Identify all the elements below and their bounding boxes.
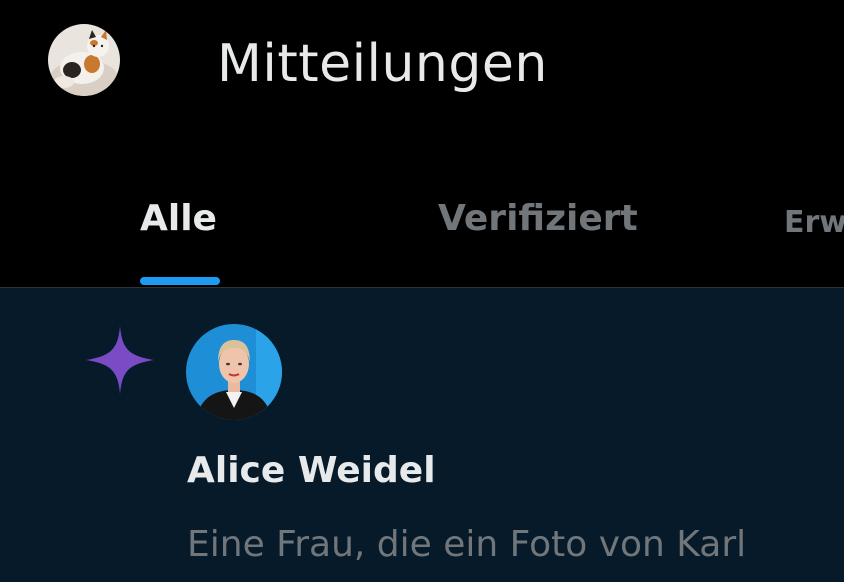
user-photo-icon [186,324,282,420]
notifications-page: Mitteilungen Alle Verifiziert Erw Alice … [0,0,844,582]
profile-avatar[interactable] [48,24,120,96]
notification-tabs: Alle Verifiziert Erw [0,170,844,287]
tab-all[interactable]: Alle [140,196,217,242]
cat-avatar-icon [48,24,120,96]
tab-verified[interactable]: Verifiziert [438,196,638,242]
tab-mentions[interactable]: Erw [784,200,844,246]
sparkle-star-icon [86,326,154,394]
header: Mitteilungen [0,0,844,130]
notification-text: Eine Frau, die ein Foto von Karl [187,524,747,565]
notification-item[interactable]: Alice Weidel Eine Frau, die ein Foto von… [0,288,844,582]
active-tab-indicator [140,277,220,285]
notification-user-avatar[interactable] [186,324,282,420]
page-title: Mitteilungen [217,34,548,94]
notification-user-name[interactable]: Alice Weidel [187,448,436,494]
